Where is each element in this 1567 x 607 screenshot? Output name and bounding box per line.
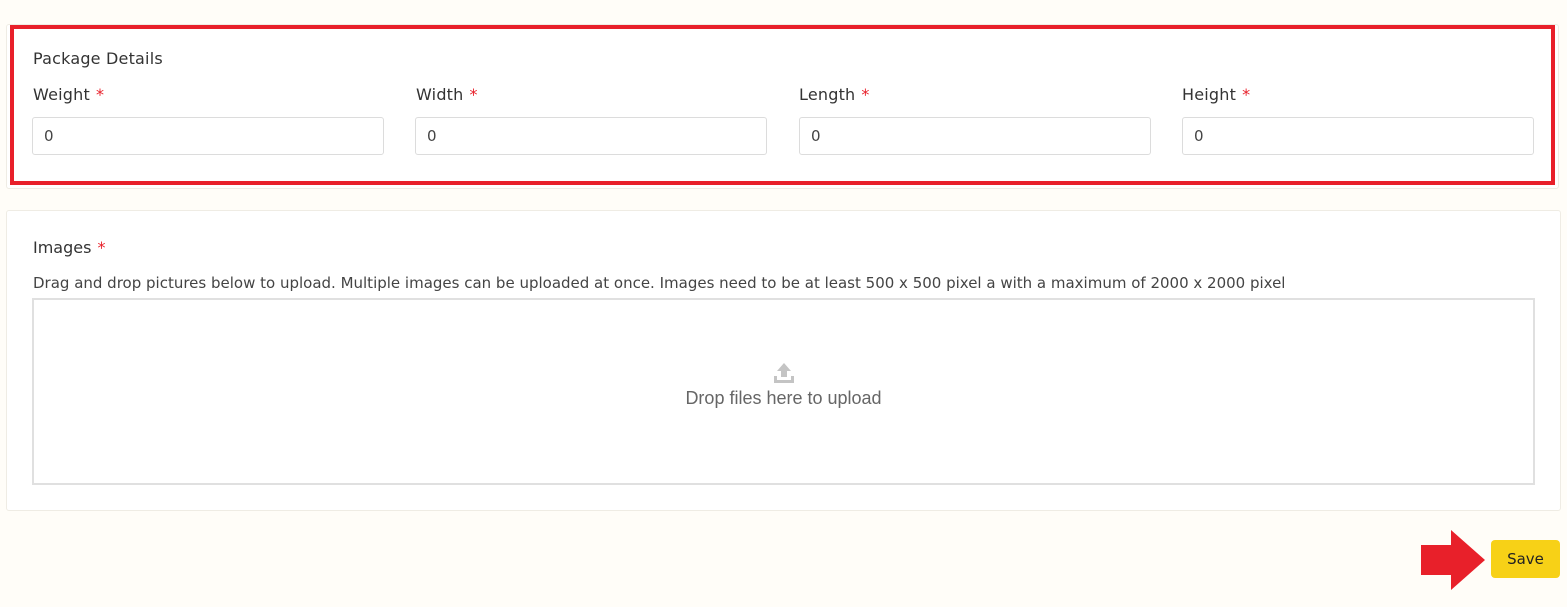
required-marker: * [1242,85,1251,104]
length-label: Length * [799,85,870,104]
arrow-right-icon [1421,530,1485,590]
width-label: Width * [416,85,478,104]
weight-input[interactable] [32,117,384,155]
length-input[interactable] [799,117,1151,155]
required-marker: * [97,238,106,257]
required-marker: * [95,85,105,104]
required-marker: * [861,85,870,104]
weight-label: Weight * [33,85,105,104]
height-label: Height * [1182,85,1251,104]
save-button[interactable]: Save [1491,540,1560,578]
height-input[interactable] [1182,117,1534,155]
required-marker: * [469,85,478,104]
width-input[interactable] [415,117,767,155]
images-title: Images * [33,238,106,257]
package-details-card [6,24,1559,189]
upload-icon [774,363,794,383]
package-details-title: Package Details [33,49,163,68]
images-description: Drag and drop pictures below to upload. … [33,274,1286,292]
dropzone-text: Drop files here to upload [685,388,882,408]
